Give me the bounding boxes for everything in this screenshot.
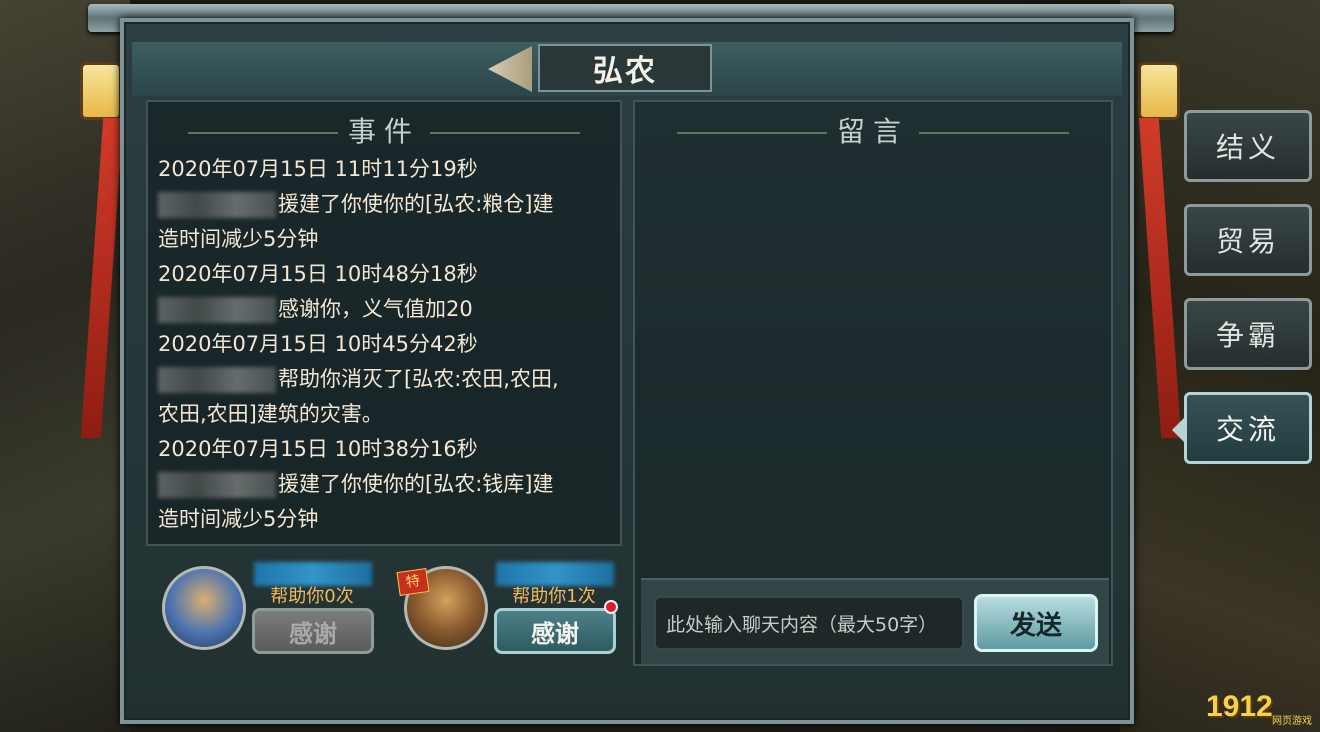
tab-alliance[interactable]: 结义 xyxy=(1184,110,1312,182)
send-button[interactable]: 发送 xyxy=(974,594,1098,652)
blurred-player-name xyxy=(158,367,276,393)
helper-card-2: 特 帮助你1次 感谢 xyxy=(396,562,624,664)
event-text: 援建了你使你的[弘农:钱库]建 xyxy=(158,467,618,502)
event-text: 援建了你使你的[弘农:粮仓]建 xyxy=(158,187,618,222)
blurred-player-name xyxy=(158,297,276,323)
helper-avatar[interactable] xyxy=(162,566,246,650)
event-time: 2020年07月15日 10时45分42秒 xyxy=(158,332,478,356)
event-text: 帮助你消灭了[弘农:农田,农田, xyxy=(158,362,618,397)
helper-card-1: 帮助你0次 感谢 xyxy=(162,562,382,664)
event-text-continued: 农田,农田]建筑的灾害。 xyxy=(158,402,383,426)
chat-input[interactable]: 此处输入聊天内容（最大50字） xyxy=(654,596,964,650)
dialog-title: 弘农 xyxy=(538,44,712,92)
tab-trade[interactable]: 贸易 xyxy=(1184,204,1312,276)
event-time: 2020年07月15日 10时38分16秒 xyxy=(158,437,478,461)
special-badge: 特 xyxy=(396,568,430,596)
events-title: 事件 xyxy=(148,110,620,150)
site-logo-sub: 网页游戏 xyxy=(1272,716,1312,727)
event-time: 2020年07月15日 10时48分18秒 xyxy=(158,262,478,286)
message-title: 留言 xyxy=(635,110,1111,150)
events-panel[interactable]: 事件 2020年07月15日 11时11分19秒 援建了你使你的[弘农:粮仓]建… xyxy=(146,100,622,546)
events-list[interactable]: 2020年07月15日 11时11分19秒 援建了你使你的[弘农:粮仓]建 造时… xyxy=(158,152,618,537)
thank-button[interactable]: 感谢 xyxy=(494,608,616,654)
blurred-player-name xyxy=(158,192,276,218)
help-count-text: 帮助你1次 xyxy=(512,586,596,607)
tab-communication[interactable]: 交流 xyxy=(1184,392,1312,464)
thank-button-disabled[interactable]: 感谢 xyxy=(252,608,374,654)
left-lantern xyxy=(80,62,122,120)
event-time: 2020年07月15日 11时11分19秒 xyxy=(158,157,478,181)
tab-battle[interactable]: 争霸 xyxy=(1184,298,1312,370)
active-tab-indicator xyxy=(1172,418,1184,442)
event-text: 感谢你，义气值加20 xyxy=(158,292,618,327)
event-text-continued: 造时间减少5分钟 xyxy=(158,227,319,251)
notification-dot xyxy=(604,600,618,614)
site-logo-number: 1912 xyxy=(1206,690,1273,723)
event-text-continued: 造时间减少5分钟 xyxy=(158,507,319,531)
help-count-text: 帮助你0次 xyxy=(270,586,354,607)
blurred-player-name xyxy=(158,472,276,498)
right-lantern xyxy=(1138,62,1180,120)
